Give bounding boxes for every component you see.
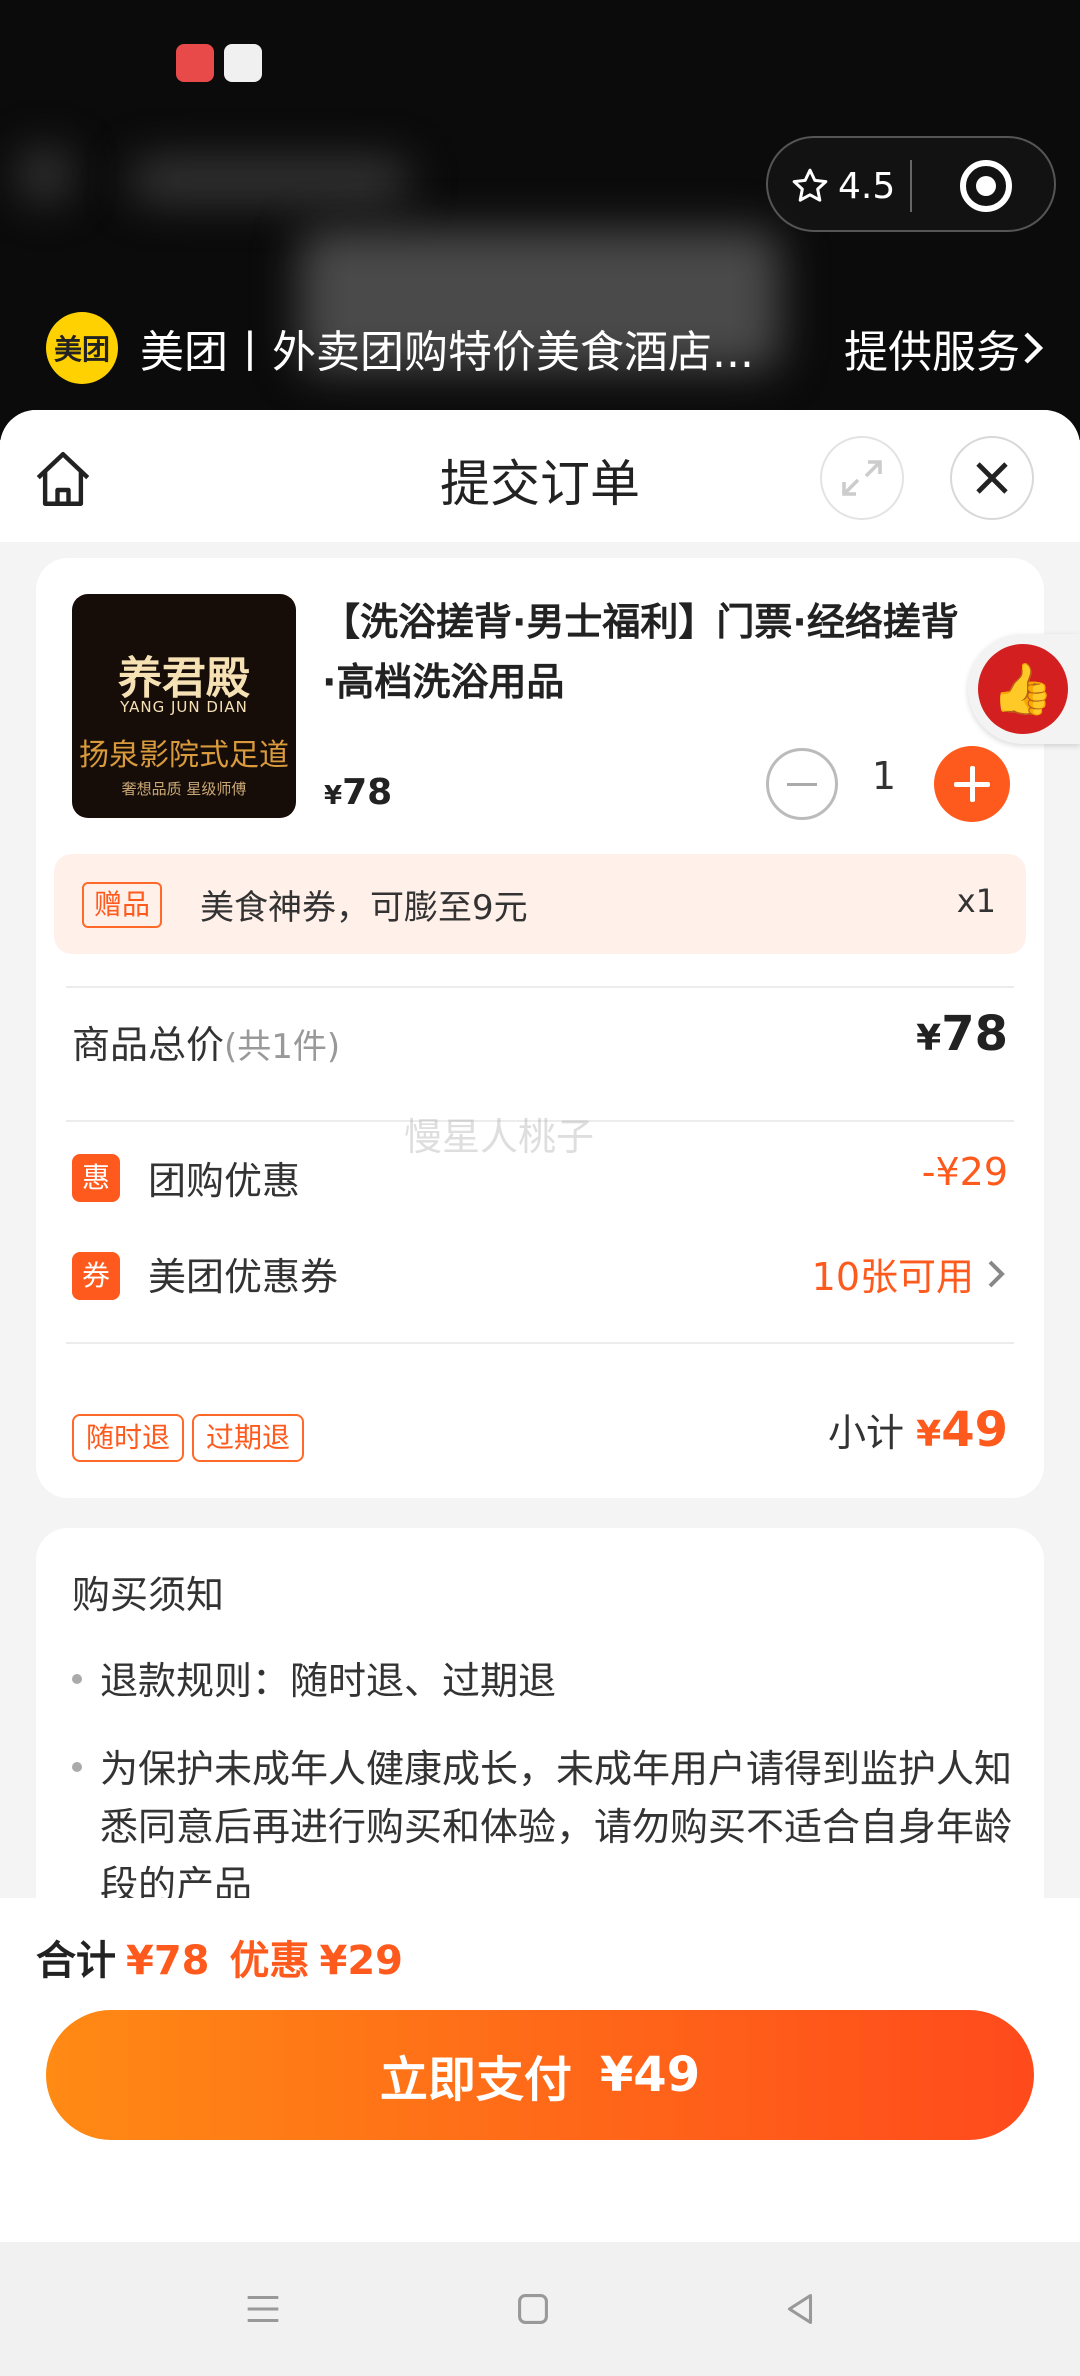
star-icon [792, 168, 828, 202]
close-miniapp-icon[interactable] [960, 160, 1012, 212]
group-discount-label: 团购优惠 [148, 1159, 301, 1203]
goods-total-symbol: ¥ [916, 1018, 942, 1059]
discount-value: ¥29 [319, 1938, 404, 1984]
subtotal-label: 小计 [828, 1411, 905, 1455]
meituan-logo: 美团 [46, 312, 118, 384]
checkout-bar: 合计 ¥78 优惠 ¥29 立即支付 ¥49 [0, 1898, 1080, 2242]
chevron-right-icon [1024, 332, 1044, 364]
service-link-label: 提供服务 [844, 327, 1020, 378]
pay-label: 立即支付 [379, 2052, 572, 2108]
group-discount-value: -¥29 [921, 1150, 1008, 1194]
chevron-right-icon [988, 1260, 1005, 1287]
page-title: 提交订单 [440, 455, 640, 513]
order-card: 养君殿 YANG JUN DIAN 扬泉影院式足道 奢想品质 星级师傅 【洗浴搓… [36, 558, 1044, 1498]
quantity-value: 1 [871, 754, 897, 798]
product-image[interactable]: 养君殿 YANG JUN DIAN 扬泉影院式足道 奢想品质 星级师傅 [72, 594, 296, 818]
service-link[interactable]: 提供服务 [844, 312, 1046, 384]
service-name: 美团丨外卖团购特价美食酒店... [140, 327, 754, 378]
system-nav-bar [0, 2242, 1080, 2376]
divider [66, 986, 1014, 988]
quantity-decrease-button[interactable] [766, 748, 838, 820]
gift-text: 美食神券，可膨至9元 [200, 888, 528, 928]
goods-total-label: 商品总价(共1件) [72, 1014, 340, 1069]
mini-app-capsule: 4.5 [766, 136, 1056, 232]
total-summary: 合计 ¥78 优惠 ¥29 [36, 1928, 403, 1986]
coupon-label: 美团优惠券 [148, 1255, 339, 1299]
total-value: ¥78 [126, 1938, 210, 1984]
expand-icon [842, 460, 882, 496]
discount-label: 优惠 [229, 1938, 310, 1984]
subtotal-value: ¥49 [916, 1402, 1008, 1458]
coupon-selector[interactable]: 10张可用 [812, 1246, 1008, 1301]
watermark: 慢星人桃子 [404, 1115, 595, 1159]
subtotal-number: 49 [941, 1402, 1008, 1458]
product-price: ¥78 [324, 772, 392, 813]
blurred-back-shape [20, 150, 70, 200]
bullet [72, 1674, 82, 1684]
price-value: 78 [342, 772, 393, 813]
gift-row: 赠品 美食神券，可膨至9元 x1 [54, 854, 1026, 954]
pay-now-button[interactable]: 立即支付 ¥49 [46, 2010, 1034, 2140]
divider [66, 1342, 1014, 1344]
subtotal: 小计 ¥49 [828, 1402, 1008, 1458]
qq-icon [224, 44, 262, 82]
coupon-icon: 券 [72, 1252, 120, 1300]
goods-total-text: 商品总价 [72, 1023, 225, 1067]
quantity-increase-button[interactable] [934, 746, 1010, 822]
refund-anytime-tag: 随时退 [72, 1414, 185, 1462]
product-image-brand: 养君殿 [118, 653, 250, 704]
notice-title: 购买须知 [72, 1573, 225, 1617]
group-discount-icon: 惠 [72, 1154, 120, 1202]
total-label: 合计 [36, 1938, 116, 1984]
floating-like-button[interactable]: 👍 [968, 634, 1080, 744]
close-button[interactable] [950, 436, 1034, 520]
product-image-pinyin: YANG JUN DIAN [120, 698, 248, 716]
goods-total-value: ¥78 [916, 1006, 1008, 1062]
product-title: 【洗浴搓背·男士福利】门票·经络搓背·高档洗浴用品 [322, 600, 959, 704]
service-provider-row[interactable]: 美团 美团丨外卖团购特价美食酒店... 提供服务 [46, 312, 1046, 384]
pay-value: ¥49 [599, 2047, 701, 2103]
coupon-value: 10张可用 [811, 1255, 974, 1299]
sheet-header: 提交订单 [0, 410, 1080, 542]
home-square-icon[interactable] [510, 2286, 556, 2332]
rating-button[interactable]: 4.5 [790, 162, 895, 210]
refund-expired-tag: 过期退 [192, 1414, 305, 1462]
expand-button[interactable] [820, 436, 904, 520]
back-icon[interactable] [776, 2286, 822, 2332]
bullet [72, 1762, 82, 1772]
thumbs-up-icon: 👍 [978, 644, 1068, 734]
subtotal-symbol: ¥ [916, 1414, 942, 1455]
product-image-slogan: 扬泉影院式足道 [79, 738, 289, 773]
notice-item: 为保护未成年人健康成长，未成年用户请得到监护人知悉同意后再进行购买和体验，请勿购… [100, 1747, 1013, 1907]
gift-tag: 赠品 [82, 882, 163, 928]
blurred-title-shape [130, 160, 410, 200]
rating-value: 4.5 [838, 165, 896, 207]
goods-total-number: 78 [941, 1006, 1008, 1062]
capsule-divider [910, 160, 912, 212]
gift-count: x1 [956, 882, 996, 920]
product-image-tagline: 奢想品质 星级师傅 [121, 780, 247, 798]
price-symbol: ¥ [324, 781, 343, 811]
close-icon [976, 462, 1008, 494]
goods-count: (共1件) [224, 1027, 341, 1067]
notification-icon [176, 44, 214, 82]
menu-icon[interactable] [240, 2286, 286, 2332]
notice-item: 退款规则：随时退、过期退 [100, 1659, 557, 1703]
